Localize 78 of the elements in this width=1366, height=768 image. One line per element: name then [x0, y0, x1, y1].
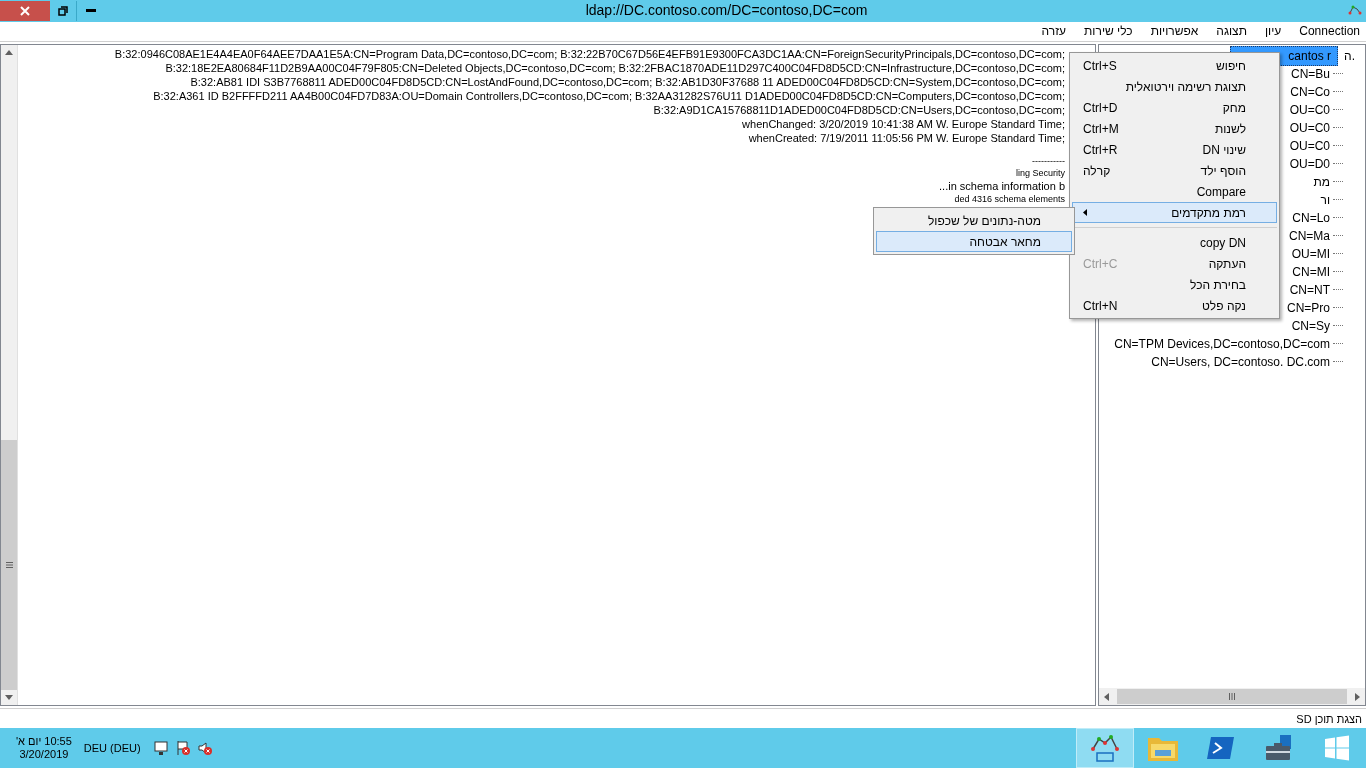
- menu-item[interactable]: Compare: [1072, 181, 1277, 202]
- output-line: B:32:AB81 IDI S3B7768811 ADED00C04FD8D5CD:CN=LostAndFound,DC=contoso,DC=com; B:32:AB1D30F37688 11 ADED00C04FD8D5CD:CN=System,DC=contoso,DC=com;: [190, 74, 1065, 89]
- tree-marker: ה.: [1344, 47, 1355, 65]
- window-title: ldap://DC.contoso.com/DC=contoso,DC=com: [585, 1, 868, 21]
- tree-node[interactable]: CN=NT: [1289, 280, 1330, 299]
- flag-error-icon[interactable]: [174, 740, 191, 757]
- menu-item[interactable]: הוסף ילד קרלה: [1072, 160, 1277, 181]
- menu-item[interactable]: copy DN: [1072, 232, 1277, 253]
- scroll-right-icon: [1355, 692, 1360, 701]
- status-text: הצגת תוכן SD: [1296, 711, 1362, 727]
- restore-icon: [58, 5, 68, 16]
- shortcut-text: Ctrl+M: [1083, 120, 1119, 138]
- grip-icon: [1229, 693, 1235, 701]
- tree-node[interactable]: ור: [1320, 190, 1330, 209]
- vertical-scrollbar[interactable]: [1, 44, 18, 706]
- shortcut-text: Ctrl+R: [1083, 141, 1118, 159]
- menu-item[interactable]: תצוגה: [1216, 22, 1247, 41]
- scrollbar-thumb[interactable]: [1, 440, 17, 691]
- taskbar-button[interactable]: [1076, 728, 1134, 768]
- minimize-icon: [86, 8, 96, 13]
- menu-item[interactable]: מטה-נתונים של שכפול: [876, 210, 1072, 231]
- submenu-arrow-icon: [1083, 209, 1087, 216]
- tree-node[interactable]: CN=Co: [1290, 82, 1330, 101]
- output-line: ling Security: [1015, 166, 1065, 179]
- shortcut-text: Ctrl+N: [1083, 297, 1118, 315]
- tree-node[interactable]: CN=TPM Devices,DC=contoso,DC=com: [1114, 334, 1330, 353]
- tree-node[interactable]: CN=MI: [1292, 262, 1330, 281]
- output-line: ded 4316 schema elements: [954, 192, 1065, 205]
- output-line: whenChanged: 3/20/2019 10:41:38 AM W. Europe Standard Time;: [742, 116, 1065, 131]
- clock-time: 10:55 יום א': [16, 735, 72, 749]
- tree-node[interactable]: CN=Users, DC=contoso. DC.com: [1151, 352, 1330, 371]
- output-line: B:32:A9D1CA15768811D1ADED00C04FD8D5CD:CN=Users,DC=contoso,DC=com;: [653, 102, 1065, 117]
- output-line: B:32:18E2EA80684F11D2B9AA00C04F79F805:CN=Deleted Objects,DC=contoso,DC=com; B:32:2FBAC1870ADE11D297C400C04FD8D5CD:CN=Infrastructure,DC=contoso,DC=com;: [165, 60, 1065, 75]
- menu-item[interactable]: מחאר אבטחה: [876, 231, 1072, 252]
- tree-node[interactable]: CN=Bu: [1290, 64, 1330, 83]
- menu-item[interactable]: Connection: [1299, 22, 1360, 41]
- tree-node[interactable]: CN=Pro: [1287, 298, 1330, 317]
- tree-node[interactable]: OU=C0: [1289, 100, 1330, 119]
- tree-node[interactable]: CN=Lo: [1292, 208, 1330, 227]
- language-indicator[interactable]: DEU (DEU): [83, 739, 141, 757]
- tree-node[interactable]: CN=Ma: [1289, 226, 1330, 245]
- horizontal-scrollbar[interactable]: [1099, 688, 1365, 706]
- windows-logo-icon: [1324, 735, 1350, 762]
- clock-date: 3/20/2019: [19, 748, 69, 762]
- tree-node[interactable]: CN=Sy: [1291, 316, 1330, 335]
- tree-network-icon: [1089, 733, 1121, 764]
- tree-node[interactable]: OU=MI: [1291, 244, 1330, 263]
- close-button[interactable]: [0, 0, 50, 21]
- output-line: ...in schema information b: [939, 178, 1065, 193]
- shortcut-text: Ctrl+S: [1083, 57, 1117, 75]
- network-icon[interactable]: [152, 740, 169, 757]
- output-line: whenCreated: 7/19/2011 11:05:56 PM W. Europe Standard Time;: [748, 130, 1065, 145]
- menu-item[interactable]: אפשרויות: [1150, 22, 1199, 41]
- menu-item[interactable]: כלי שירות: [1084, 22, 1133, 41]
- tree-node[interactable]: OU=C0: [1289, 136, 1330, 155]
- speaker-muted-icon[interactable]: [196, 740, 213, 757]
- output-line: -----------: [1032, 154, 1065, 167]
- grip-icon: [5, 562, 13, 569]
- server-toolbox-icon: [1264, 734, 1294, 763]
- scroll-down-icon: [5, 695, 13, 701]
- shortcut-text: קרלה: [1083, 162, 1111, 180]
- tree-node[interactable]: מת: [1313, 172, 1330, 191]
- menu-item[interactable]: עזרה: [1041, 22, 1067, 41]
- shortcut-text: Ctrl+C: [1083, 255, 1118, 273]
- tree-node[interactable]: OU=C0: [1289, 118, 1330, 137]
- shortcut-text: Ctrl+D: [1083, 99, 1118, 117]
- scroll-left-icon: [1104, 692, 1109, 701]
- terminal-icon: [1207, 736, 1235, 761]
- output-line: B:32:A361 ID B2FFFFD211 AA4B00C04FD7D83A:OU=Domain Controllers,DC=contoso,DC=com; B:32AA31282S76U11 D1ADED00C04FD8D5CD:CN=Computers,DC=contoso,DC=com;: [153, 88, 1065, 103]
- menu-item[interactable]: בחירת הכל: [1072, 274, 1277, 295]
- scrollbar-thumb[interactable]: [1117, 689, 1347, 705]
- tree-node[interactable]: OU=D0: [1289, 154, 1330, 173]
- output-line: B:32:0946C08AE1E4A4EA0F64AEE7DAA1E5A:CN=Program Data,DC=contoso,DC=com; B:32:22B70C67D56E4EFB91E9300FCA3DC1AA:CN=ForeignSecurityPrincipals,DC=contoso,DC=com;: [114, 46, 1065, 61]
- menu-item[interactable]: רמת מתקדמים: [1072, 202, 1277, 223]
- close-icon: [20, 5, 30, 16]
- scroll-up-icon: [5, 49, 13, 55]
- menu-item[interactable]: תצוגת רשימה וירטואלית: [1072, 76, 1277, 97]
- menu-item[interactable]: עיון: [1264, 22, 1282, 41]
